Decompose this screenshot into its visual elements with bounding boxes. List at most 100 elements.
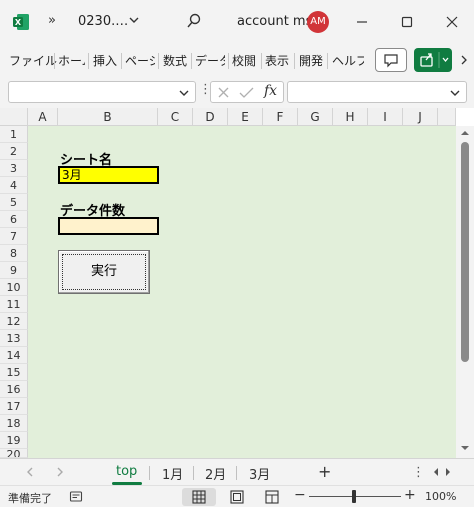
tab-insert[interactable]: 挿入 [93,52,117,69]
svg-text:X: X [15,18,22,27]
sheet-name-input[interactable]: 3月 [58,166,159,184]
search-icon[interactable] [186,13,202,29]
row-header[interactable]: 4 [0,177,28,194]
grid-view-icon [192,490,206,504]
normal-view-button[interactable] [182,488,216,506]
scroll-thumb[interactable] [461,142,469,362]
sheet-tab-bar: top 1月 2月 3月 + ⋮ [0,458,474,485]
zoom-out-button[interactable]: − [294,487,306,503]
comment-icon [384,54,398,68]
tab-home[interactable]: ホーム [58,52,85,69]
tab-file[interactable]: ファイル [9,52,57,69]
row-header[interactable]: 10 [0,279,28,296]
chevron-right-icon[interactable] [54,465,66,479]
sheet-tab-mar[interactable]: 3月 [249,464,270,483]
zoom-slider-thumb[interactable] [352,490,356,503]
column-header[interactable]: J [403,108,438,126]
avatar[interactable]: AM [307,11,329,33]
sheet-canvas[interactable]: シート名 3月 データ件数 実行 [28,126,456,458]
data-count-field[interactable] [58,217,159,235]
page-layout-icon [230,490,244,504]
row-header[interactable]: 17 [0,398,28,415]
page-break-icon [265,490,279,504]
status-ready: 準備完了 [8,492,52,505]
more-commands-button[interactable]: » [48,13,56,28]
row-header[interactable]: 6 [0,211,28,228]
tab-developer[interactable]: 開発 [299,52,323,69]
account-name[interactable]: account ms [237,14,312,29]
excel-logo-icon: X [13,14,29,30]
tab-page-layout[interactable]: ページ [125,52,155,69]
check-icon[interactable] [239,86,254,99]
row-header[interactable]: 1 [0,126,28,143]
chevron-down-icon[interactable] [178,87,190,99]
tab-split-handle[interactable]: ⋮ [412,465,425,480]
column-header[interactable]: C [158,108,193,126]
column-header[interactable]: A [28,108,58,126]
row-header[interactable]: 16 [0,381,28,398]
row-header[interactable]: 3 [0,160,28,177]
add-sheet-button[interactable]: + [318,462,331,481]
chevron-left-icon[interactable] [24,465,36,479]
share-button[interactable] [414,48,452,72]
row-header[interactable]: 8 [0,245,28,262]
vertical-scrollbar[interactable] [456,126,474,458]
scroll-up-icon[interactable] [460,129,470,137]
file-name[interactable]: 0230.… [78,14,128,29]
tab-review[interactable]: 校閲 [232,52,256,69]
maximize-icon[interactable] [395,10,419,34]
name-box[interactable] [8,81,196,103]
status-bar: 準備完了 − + 100% [0,485,474,507]
row-header[interactable]: 20 [0,449,28,458]
column-header[interactable]: F [263,108,298,126]
close-icon[interactable] [440,10,464,34]
formula-controls: fx [210,81,284,103]
row-header[interactable]: 13 [0,330,28,347]
run-button[interactable]: 実行 [58,250,150,294]
minimize-icon[interactable] [350,10,374,34]
select-all-button[interactable] [0,108,28,126]
formula-bar: ⋮ fx [0,76,474,108]
insert-function-button[interactable]: fx [264,83,277,99]
formula-input[interactable] [287,81,467,103]
tab-formulas[interactable]: 数式 [163,52,187,69]
sheet-tab-feb[interactable]: 2月 [205,464,226,483]
comments-button[interactable] [375,48,407,72]
row-header[interactable]: 5 [0,194,28,211]
column-header[interactable]: H [333,108,368,126]
row-header[interactable]: 14 [0,347,28,364]
column-header[interactable]: D [193,108,228,126]
share-icon [420,52,449,68]
sheet-tab-jan[interactable]: 1月 [162,464,183,483]
scroll-left-icon[interactable] [432,467,440,477]
page-break-view-button[interactable] [255,488,289,506]
tab-data[interactable]: データ [195,52,225,69]
row-header[interactable]: 12 [0,313,28,330]
sheet-tab-top[interactable]: top [116,464,137,479]
zoom-level[interactable]: 100% [425,490,456,503]
tab-help[interactable]: ヘルプ [332,52,364,69]
row-header[interactable]: 7 [0,228,28,245]
page-layout-view-button[interactable] [220,488,254,506]
row-header[interactable]: 18 [0,415,28,432]
chevron-right-icon[interactable] [457,48,471,72]
row-header[interactable]: 9 [0,262,28,279]
tab-view[interactable]: 表示 [265,52,289,69]
accessibility-icon[interactable] [69,490,83,504]
row-header[interactable]: 11 [0,296,28,313]
column-header[interactable]: I [368,108,403,126]
scroll-down-icon[interactable] [460,444,470,452]
chevron-down-icon[interactable] [449,87,461,99]
title-bar: X » 0230.… account ms AM [0,0,474,44]
cancel-icon[interactable] [217,86,230,99]
row-header[interactable]: 19 [0,432,28,449]
ribbon-tabs: ファイル ホーム 挿入 ページ 数式 データ 校閲 表示 開発 ヘルプ [0,44,474,76]
column-header[interactable]: B [58,108,158,126]
row-header[interactable]: 2 [0,143,28,160]
chevron-down-icon[interactable] [128,14,140,26]
column-header[interactable]: G [298,108,333,126]
scroll-right-icon[interactable] [444,467,452,477]
column-header[interactable]: E [228,108,263,126]
row-header[interactable]: 15 [0,364,28,381]
zoom-in-button[interactable]: + [404,487,416,503]
